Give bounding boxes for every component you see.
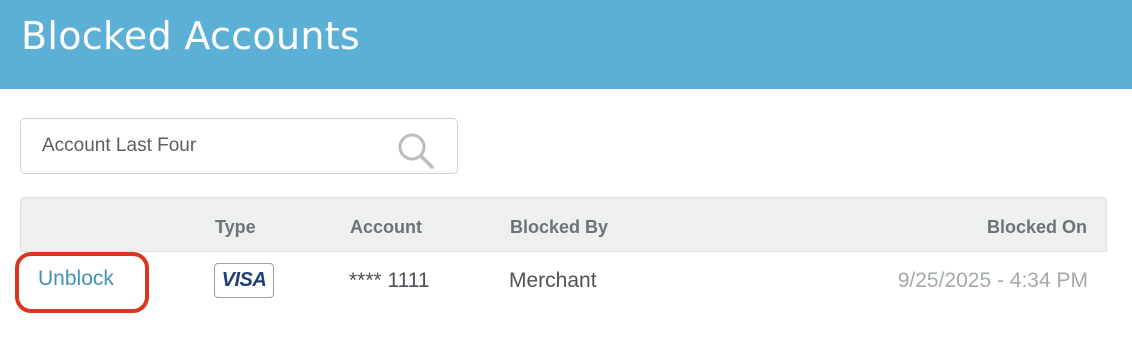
column-header-blocked-by: Blocked By (510, 217, 609, 237)
unblock-button[interactable]: Unblock (38, 267, 114, 291)
blocked-on: 9/25/2025 - 4:34 PM (897, 269, 1088, 292)
search-icon[interactable] (395, 130, 435, 170)
search-box[interactable] (20, 118, 458, 174)
table-header: Type Account Blocked By Blocked On (20, 197, 1107, 252)
table-row: Unblock VISA **** 1111 Merchant 9/25/202… (15, 252, 1107, 313)
account-number: **** 1111 (349, 269, 430, 292)
column-header-blocked-on: Blocked On (986, 217, 1087, 237)
search-input[interactable] (21, 119, 391, 173)
blocked-accounts-table: Type Account Blocked By Blocked On Unblo… (15, 197, 1107, 313)
card-type-label: VISA (221, 269, 267, 291)
column-header-type: Type (215, 217, 256, 237)
column-header-account: Account (350, 217, 422, 237)
visa-card-icon: VISA (214, 263, 274, 298)
page-header: Blocked Accounts (0, 0, 1132, 89)
page-title: Blocked Accounts (21, 14, 361, 58)
blocked-by: Merchant (509, 269, 597, 292)
